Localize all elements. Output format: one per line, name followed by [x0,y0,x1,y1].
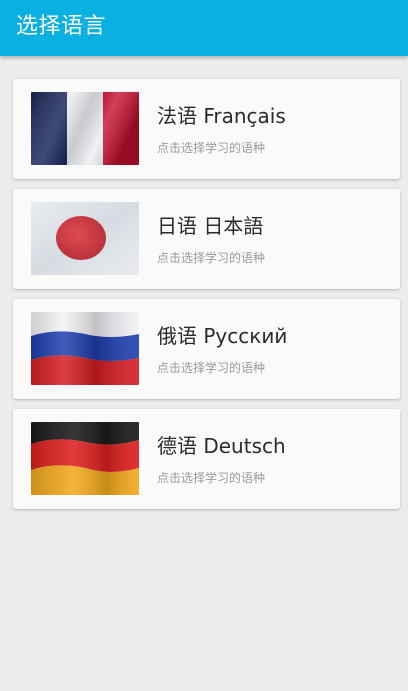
language-card-french[interactable]: 法语 Français 点击选择学习的语种 [13,79,400,179]
language-card-russian[interactable]: 俄语 Русский 点击选择学习的语种 [13,299,400,399]
germany-flag-icon [31,422,139,495]
language-subtitle: 点击选择学习的语种 [157,141,266,155]
language-title: 俄语 Русский [157,324,288,348]
language-card-german[interactable]: 德语 Deutsch 点击选择学习的语种 [13,409,400,509]
page-title: 选择语言 [16,14,107,39]
language-card-japanese[interactable]: 日语 日本語 点击选择学习的语种 [13,189,400,289]
japan-flag-icon [31,202,139,275]
france-flag-icon [31,92,139,165]
language-title: 法语 Français [157,104,286,128]
language-title: 德语 Deutsch [157,434,286,458]
app-bar: 选择语言 [0,0,408,56]
language-title: 日语 日本語 [157,214,264,238]
language-subtitle: 点击选择学习的语种 [157,361,266,375]
language-subtitle: 点击选择学习的语种 [157,471,266,485]
language-subtitle: 点击选择学习的语种 [157,251,266,265]
russia-flag-icon [31,312,139,385]
